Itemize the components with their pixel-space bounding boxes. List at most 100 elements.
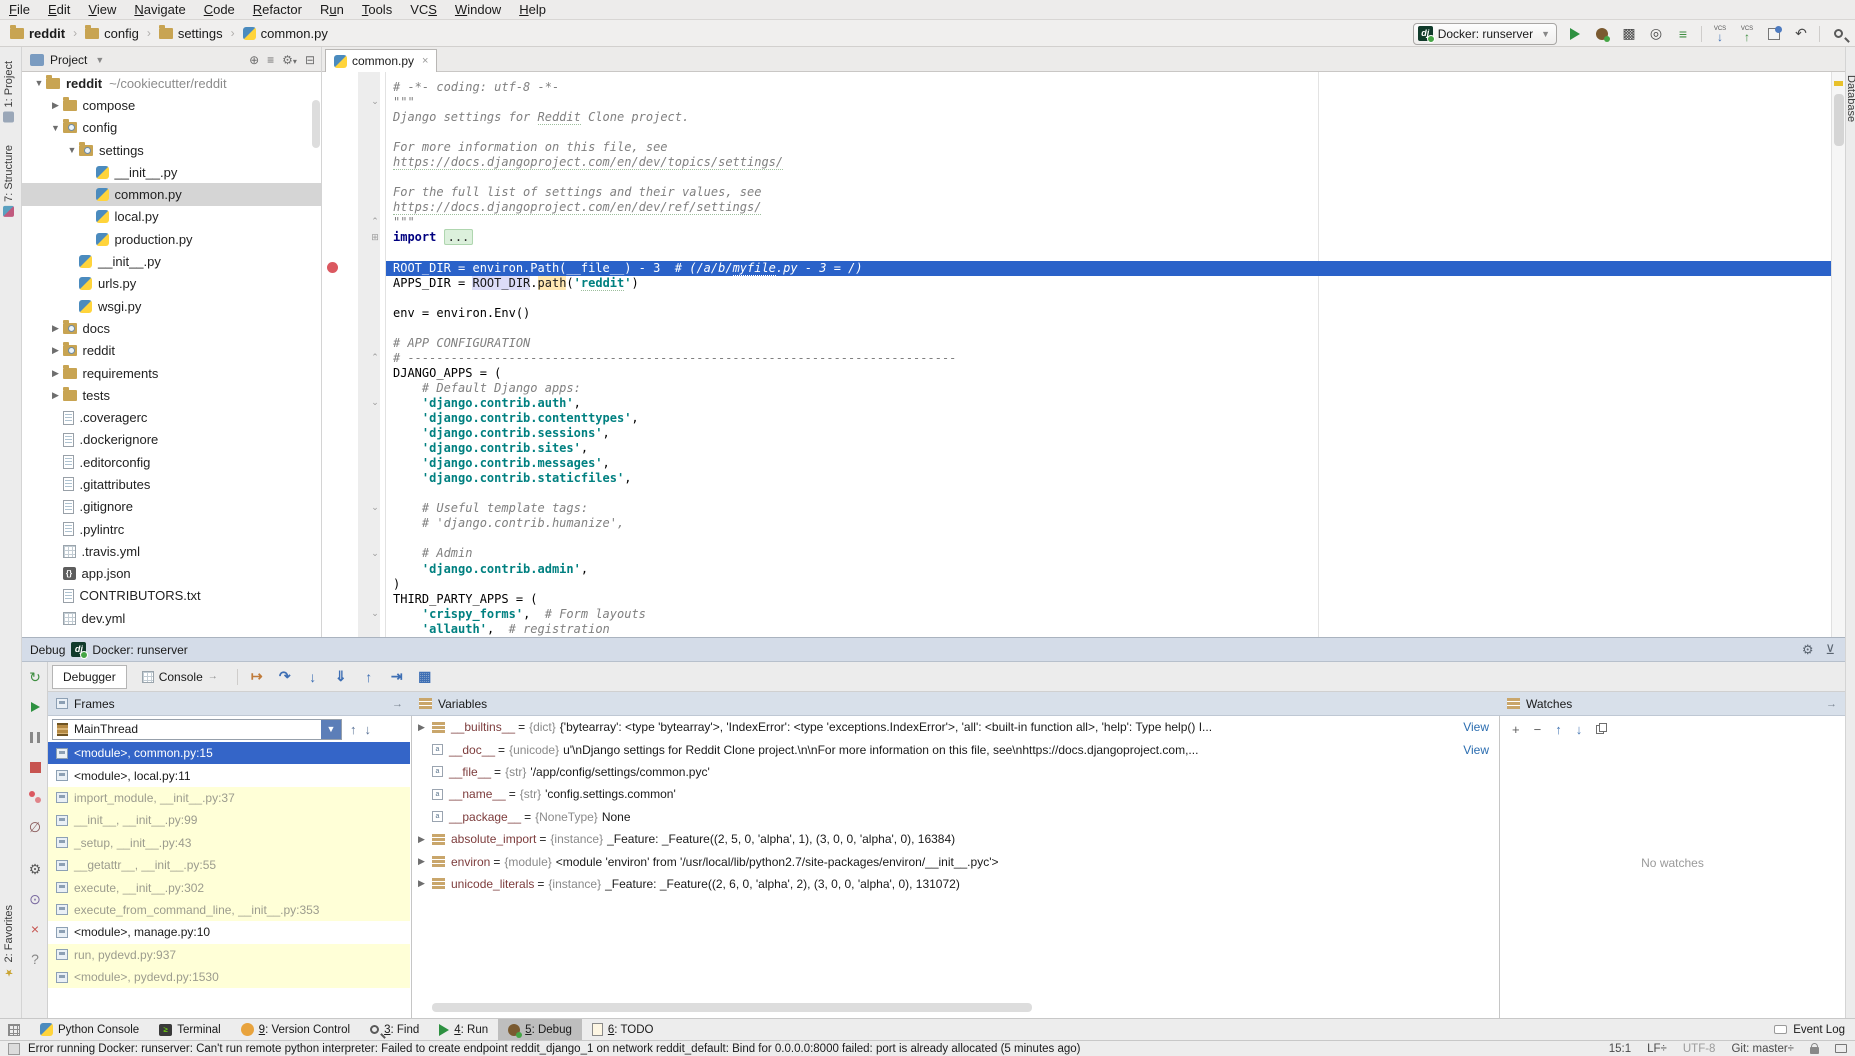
view-link[interactable]: View [1463,743,1489,757]
code-line[interactable] [386,291,1831,306]
code-line[interactable]: ) [386,577,1831,592]
tree-item-tests[interactable]: ▶tests [22,384,321,406]
git-branch-indicator[interactable]: Git: master÷ [1731,1043,1794,1055]
warning-stripe-mark[interactable] [1834,81,1843,86]
code-line[interactable] [386,321,1831,336]
frame-row[interactable]: _setup, __init__.py:43 [48,832,410,854]
frame-row[interactable]: <module>, local.py:11 [48,764,410,786]
tree-item-wsgi.py[interactable]: wsgi.py [22,295,321,317]
code-line[interactable] [386,486,1831,501]
code-line[interactable]: For more information on this file, see [386,140,1831,155]
tool-windows-grid-icon[interactable] [8,1024,20,1036]
move-down-icon[interactable]: ↓ [1576,722,1583,737]
fold-marker[interactable]: ⌄ [322,547,386,562]
breakpoint-icon[interactable] [327,262,338,273]
breadcrumb-item-reddit[interactable]: reddit [8,26,67,41]
code-line[interactable]: APPS_DIR = ROOT_DIR.path('reddit') [386,276,1831,291]
menu-item-tools[interactable]: Tools [353,0,401,20]
menu-item-window[interactable]: Window [446,0,510,20]
menu-item-file[interactable]: File [0,0,39,20]
menu-item-view[interactable]: View [79,0,125,20]
mute-breakpoints-icon[interactable]: ∅ [22,816,48,838]
view-link[interactable]: View [1463,720,1489,734]
menu-item-help[interactable]: Help [510,0,555,20]
variable-row[interactable]: ▶absolute_import={instance}_Feature: _Fe… [412,828,1499,850]
code-line[interactable]: # Admin [386,546,1831,561]
tree-item-.gitattributes[interactable]: .gitattributes [22,473,321,495]
previous-frame-icon[interactable]: ↑ [350,722,357,737]
frame-row[interactable]: execute, __init__.py:302 [48,876,410,898]
tree-item-compose[interactable]: ▶compose [22,94,321,116]
variable-row[interactable]: a__name__={str}'config.settings.common' [412,783,1499,805]
tree-item-.travis.yml[interactable]: .travis.yml [22,540,321,562]
step-over-icon[interactable]: ↷ [274,667,296,687]
tree-item-CONTRIBUTORS.txt[interactable]: CONTRIBUTORS.txt [22,585,321,607]
menu-item-vcs[interactable]: VCS [401,0,446,20]
resume-icon[interactable] [22,696,48,718]
hide-watches-icon[interactable]: → [1826,698,1837,710]
code-line[interactable]: THIRD_PARTY_APPS = ( [386,592,1831,607]
fold-icon[interactable]: ⌃ [369,216,381,227]
profiler-button[interactable]: ◎ [1647,25,1665,43]
gear-icon[interactable]: ⚙ [1802,642,1814,658]
tool-button-debug[interactable]: 5: Debug [498,1019,582,1041]
tree-item-app.json[interactable]: {}app.json [22,563,321,585]
fold-icon[interactable]: ⌄ [369,397,381,408]
code-line[interactable] [386,531,1831,546]
pause-icon[interactable] [22,726,48,748]
frame-row[interactable]: <module>, manage.py:10 [48,921,410,943]
menu-item-refactor[interactable]: Refactor [244,0,311,20]
editor-tab-common-py[interactable]: common.py × [325,49,437,72]
caret-position[interactable]: 15:1 [1609,1043,1631,1055]
view-breakpoints-icon[interactable] [22,786,48,808]
lock-icon[interactable] [1810,1047,1819,1054]
project-panel-header[interactable]: Project ▼ ⊕ ≡ ⚙▾ ⊟ [22,47,322,72]
menu-item-run[interactable]: Run [311,0,353,20]
tree-item-.coveragerc[interactable]: .coveragerc [22,406,321,428]
flatten-packages-icon[interactable]: ≡ [267,53,274,67]
fold-marker[interactable]: ⌄ [322,95,386,110]
status-message[interactable]: Error running Docker: runserver: Can't r… [28,1043,1081,1055]
project-scrollbar[interactable] [312,100,320,148]
status-grid-icon[interactable] [8,1043,20,1055]
tree-item-.pylintrc[interactable]: .pylintrc [22,518,321,540]
move-up-icon[interactable]: ↑ [1555,722,1562,737]
tree-item-__init__.py[interactable]: __init__.py [22,250,321,272]
code-line[interactable] [386,170,1831,185]
encoding-indicator[interactable]: UTF-8 [1683,1043,1716,1055]
gear-icon[interactable]: ⚙▾ [282,53,297,67]
fold-icon[interactable]: ⌄ [369,548,381,559]
close-icon[interactable]: × [422,55,428,67]
variables-hscrollbar[interactable] [432,1003,1032,1012]
variable-row[interactable]: ▶environ={module}<module 'environ' from … [412,850,1499,872]
debug-button[interactable] [1593,25,1611,43]
fold-icon[interactable]: ⊞ [369,232,381,243]
help-icon[interactable]: ? [22,948,48,970]
tree-item-dev.yml[interactable]: dev.yml [22,607,321,629]
run-with-settings-button[interactable]: ≡ [1674,25,1692,43]
frame-row[interactable]: <module>, common.py:15 [48,742,410,764]
expand-arrow-icon[interactable]: ▶ [418,722,432,733]
code-line[interactable]: For the full list of settings and their … [386,185,1831,200]
chevron-right-icon[interactable]: ▶ [49,345,63,356]
fold-icon[interactable]: ⌄ [369,96,381,107]
code-line[interactable]: DJANGO_APPS = ( [386,366,1831,381]
code-line[interactable]: # APP CONFIGURATION [386,336,1831,351]
fold-marker[interactable]: ⊞ [322,231,386,246]
remove-watch-icon[interactable]: − [1534,722,1542,737]
evaluate-expression-icon[interactable]: ▦ [414,667,436,687]
next-frame-icon[interactable]: ↓ [365,722,372,737]
code-line[interactable]: Django settings for Reddit Clone project… [386,110,1831,125]
run-button[interactable] [1566,25,1584,43]
tool-button-terminal[interactable]: ≥Terminal [149,1019,230,1041]
chevron-down-icon[interactable]: ▼ [32,78,46,88]
variable-row[interactable]: a__doc__={unicode}u'\nDjango settings fo… [412,738,1499,760]
thread-select[interactable]: MainThread ▼ [52,719,342,740]
frame-row[interactable]: <module>, pydevd.py:1530 [48,966,410,988]
tree-item-production.py[interactable]: production.py [22,228,321,250]
code-line[interactable]: import ... [386,230,1831,245]
editor[interactable]: ⌄⌃⊞⌃⌄⌄⌄⌄ # -*- coding: utf-8 -*-"""Djang… [322,72,1845,637]
hide-frames-icon[interactable]: → [392,698,403,710]
variable-row[interactable]: ▶__builtins__={dict}{'bytearray': <type … [412,716,1499,738]
expand-arrow-icon[interactable]: ▶ [418,834,432,845]
